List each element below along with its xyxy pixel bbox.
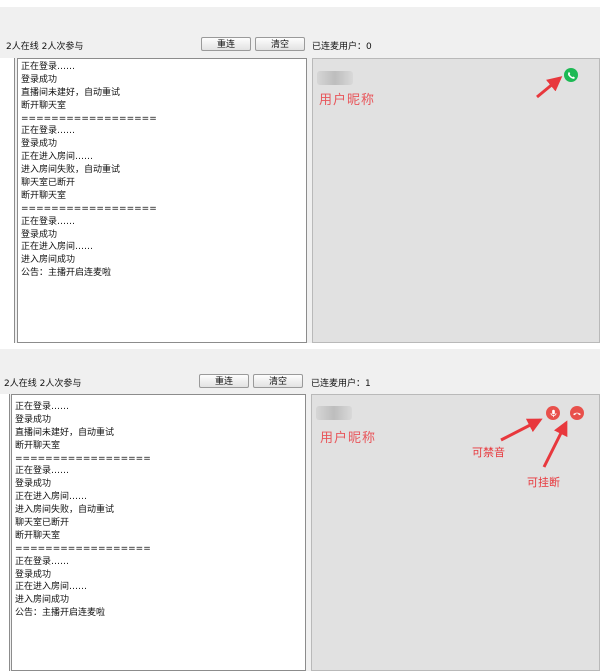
annotation-arrows <box>500 76 568 468</box>
call-arrow <box>536 76 563 99</box>
mute-arrow <box>500 418 543 442</box>
hang-up-arrow <box>542 420 568 468</box>
